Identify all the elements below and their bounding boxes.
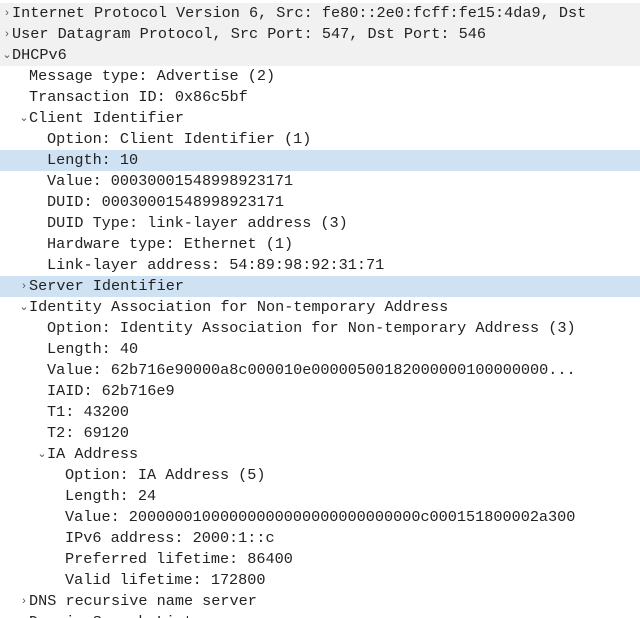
ia-valid-row[interactable]: Valid lifetime: 172800 — [0, 570, 640, 591]
chevron-right-icon: › — [2, 3, 12, 24]
chevron-down-icon: ⌄ — [19, 108, 29, 129]
ia-address-header-text: IA Address — [47, 445, 138, 463]
client-duid-row[interactable]: DUID: 00030001548998923171 — [0, 192, 640, 213]
iana-iaid-row[interactable]: IAID: 62b716e9 — [0, 381, 640, 402]
client-identifier-text: Client Identifier — [29, 109, 184, 127]
ia-valid-text: Valid lifetime: 172800 — [65, 571, 266, 589]
client-length-text: Length: 10 — [47, 151, 138, 169]
spacer-icon — [55, 465, 65, 486]
iana-iaid-text: IAID: 62b716e9 — [47, 382, 175, 400]
chevron-right-icon: › — [2, 24, 12, 45]
client-duid-text: DUID: 00030001548998923171 — [47, 193, 284, 211]
client-value-row[interactable]: Value: 00030001548998923171 — [0, 171, 640, 192]
iana-length-text: Length: 40 — [47, 340, 138, 358]
message-type-row[interactable]: Message type: Advertise (2) — [0, 66, 640, 87]
ia-length-text: Length: 24 — [65, 487, 156, 505]
spacer-icon — [55, 528, 65, 549]
dhcpv6-header-text: DHCPv6 — [12, 46, 67, 64]
dns-text: DNS recursive name server — [29, 592, 257, 610]
ipv6-header-text: Internet Protocol Version 6, Src: fe80::… — [12, 4, 586, 22]
client-ll-addr-row[interactable]: Link-layer address: 54:89:98:92:31:71 — [0, 255, 640, 276]
iana-value-row[interactable]: Value: 62b716e90000a8c000010e00000500182… — [0, 360, 640, 381]
ia-value-row[interactable]: Value: 20000001000000000000000000000000c… — [0, 507, 640, 528]
iana-header-text: Identity Association for Non-temporary A… — [29, 298, 448, 316]
spacer-icon — [37, 423, 47, 444]
spacer-icon — [55, 549, 65, 570]
udp-header-row[interactable]: ›User Datagram Protocol, Src Port: 547, … — [0, 24, 640, 45]
transaction-id-text: Transaction ID: 0x86c5bf — [29, 88, 248, 106]
spacer-icon — [55, 570, 65, 591]
spacer-icon — [37, 213, 47, 234]
spacer-icon — [37, 318, 47, 339]
spacer-icon — [37, 255, 47, 276]
dns-row[interactable]: ›DNS recursive name server — [0, 591, 640, 612]
client-option-text: Option: Client Identifier (1) — [47, 130, 311, 148]
transaction-id-row[interactable]: Transaction ID: 0x86c5bf — [0, 87, 640, 108]
iana-value-text: Value: 62b716e90000a8c000010e00000500182… — [47, 361, 576, 379]
client-hw-type-row[interactable]: Hardware type: Ethernet (1) — [0, 234, 640, 255]
spacer-icon — [37, 171, 47, 192]
domain-search-text: Domain Search List — [29, 613, 193, 618]
chevron-down-icon: ⌄ — [2, 45, 12, 66]
spacer-icon — [37, 129, 47, 150]
ia-option-text: Option: IA Address (5) — [65, 466, 266, 484]
domain-search-row[interactable]: ›Domain Search List — [0, 612, 640, 618]
spacer-icon — [37, 150, 47, 171]
spacer-icon — [19, 87, 29, 108]
spacer-icon — [37, 381, 47, 402]
iana-t1-row[interactable]: T1: 43200 — [0, 402, 640, 423]
dhcpv6-header-row[interactable]: ⌄DHCPv6 — [0, 45, 640, 66]
chevron-right-icon: › — [19, 612, 29, 618]
iana-header-row[interactable]: ⌄Identity Association for Non-temporary … — [0, 297, 640, 318]
chevron-right-icon: › — [19, 591, 29, 612]
iana-option-text: Option: Identity Association for Non-tem… — [47, 319, 576, 337]
chevron-down-icon: ⌄ — [19, 297, 29, 318]
ia-ipv6-text: IPv6 address: 2000:1::c — [65, 529, 275, 547]
iana-t2-row[interactable]: T2: 69120 — [0, 423, 640, 444]
client-identifier-row[interactable]: ⌄Client Identifier — [0, 108, 640, 129]
spacer-icon — [37, 360, 47, 381]
client-ll-addr-text: Link-layer address: 54:89:98:92:31:71 — [47, 256, 384, 274]
spacer-icon — [19, 66, 29, 87]
spacer-icon — [55, 486, 65, 507]
server-identifier-row[interactable]: ›Server Identifier — [0, 276, 640, 297]
spacer-icon — [37, 192, 47, 213]
chevron-right-icon: › — [19, 276, 29, 297]
ia-ipv6-row[interactable]: IPv6 address: 2000:1::c — [0, 528, 640, 549]
client-hw-type-text: Hardware type: Ethernet (1) — [47, 235, 293, 253]
spacer-icon — [37, 234, 47, 255]
ia-value-text: Value: 20000001000000000000000000000000c… — [65, 508, 575, 526]
iana-length-row[interactable]: Length: 40 — [0, 339, 640, 360]
chevron-down-icon: ⌄ — [37, 444, 47, 465]
iana-option-row[interactable]: Option: Identity Association for Non-tem… — [0, 318, 640, 339]
spacer-icon — [55, 507, 65, 528]
iana-t1-text: T1: 43200 — [47, 403, 129, 421]
ia-pref-text: Preferred lifetime: 86400 — [65, 550, 293, 568]
ia-option-row[interactable]: Option: IA Address (5) — [0, 465, 640, 486]
ia-length-row[interactable]: Length: 24 — [0, 486, 640, 507]
iana-t2-text: T2: 69120 — [47, 424, 129, 442]
udp-header-text: User Datagram Protocol, Src Port: 547, D… — [12, 25, 486, 43]
client-duid-type-text: DUID Type: link-layer address (3) — [47, 214, 348, 232]
client-value-text: Value: 00030001548998923171 — [47, 172, 293, 190]
server-identifier-text: Server Identifier — [29, 277, 184, 295]
client-duid-type-row[interactable]: DUID Type: link-layer address (3) — [0, 213, 640, 234]
spacer-icon — [37, 402, 47, 423]
client-length-row[interactable]: Length: 10 — [0, 150, 640, 171]
packet-details-pane[interactable]: ›Internet Protocol Version 6, Src: fe80:… — [0, 0, 640, 618]
message-type-text: Message type: Advertise (2) — [29, 67, 275, 85]
client-option-row[interactable]: Option: Client Identifier (1) — [0, 129, 640, 150]
ia-pref-row[interactable]: Preferred lifetime: 86400 — [0, 549, 640, 570]
spacer-icon — [37, 339, 47, 360]
ia-address-header-row[interactable]: ⌄IA Address — [0, 444, 640, 465]
ipv6-header-row[interactable]: ›Internet Protocol Version 6, Src: fe80:… — [0, 3, 640, 24]
